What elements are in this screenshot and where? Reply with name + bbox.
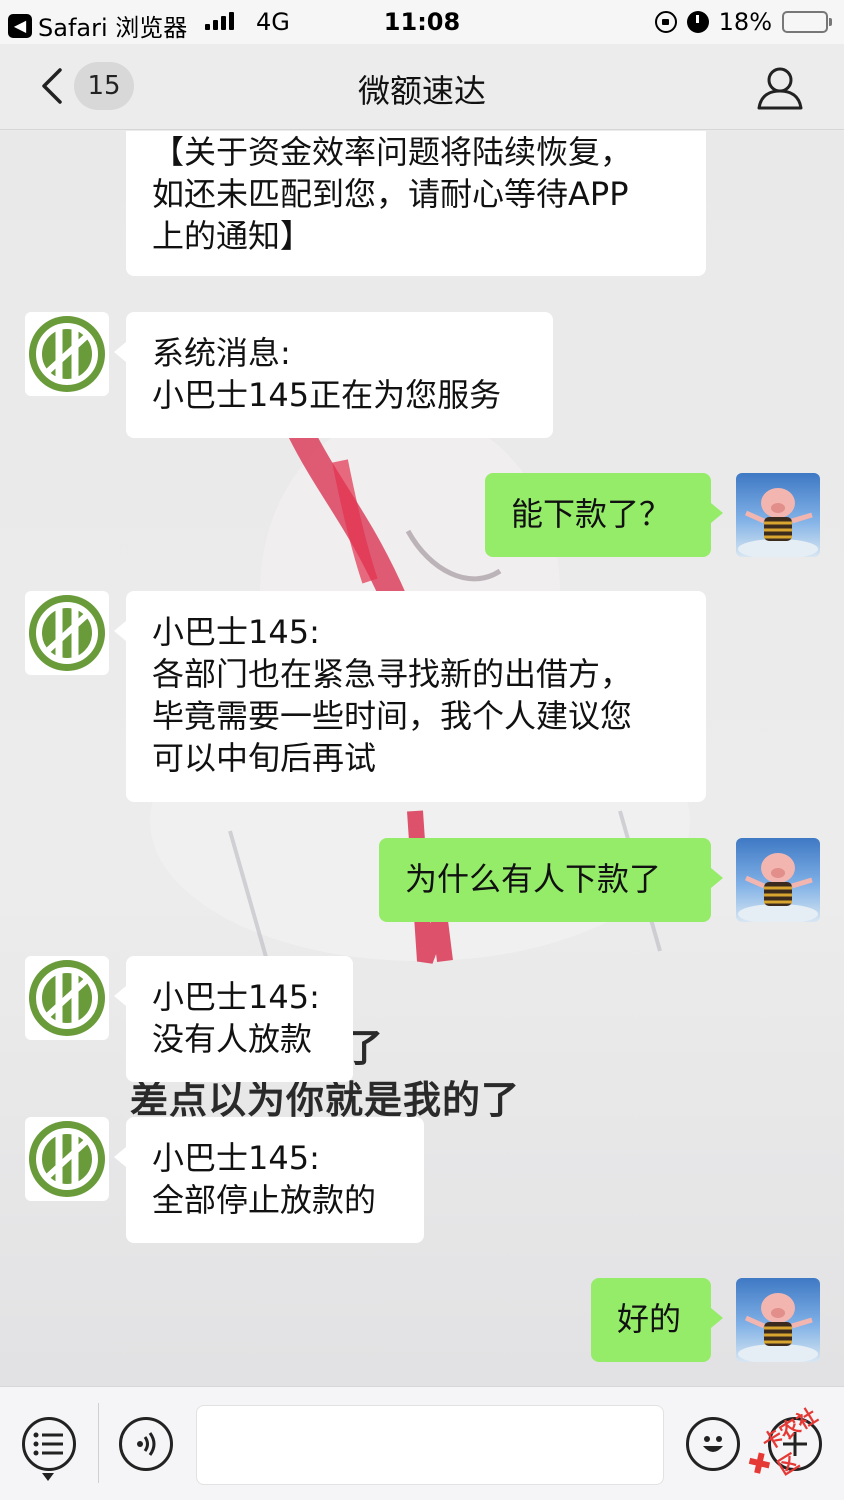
pig-avatar-icon: [738, 853, 818, 922]
message-line: 【关于资金效率问题将陆续恢复，: [152, 133, 633, 171]
battery-icon: [782, 11, 832, 33]
message-input[interactable]: [196, 1405, 664, 1485]
message-line: 小巴士145正在为您服务: [152, 376, 502, 414]
rotation-lock-icon: [654, 11, 677, 33]
page-title: 微额速达: [357, 72, 486, 110]
emoji-icon[interactable]: [686, 1417, 740, 1471]
message-line: 各部门也在紧急寻找新的出借方，: [152, 655, 633, 693]
message-line: 没有人放款: [152, 1020, 313, 1058]
user-avatar[interactable]: [736, 473, 820, 557]
message-line: 如还未匹配到您，请耐心等待APP: [152, 175, 629, 213]
message-bubble[interactable]: 好的: [591, 1278, 723, 1362]
user-avatar[interactable]: [736, 1278, 820, 1362]
divider: [98, 1403, 99, 1483]
message-bubble[interactable]: 【关于资金效率问题将陆续恢复， 如还未匹配到您，请耐心等待APP 上的通知】: [126, 131, 706, 276]
battery-percent: 18%: [718, 8, 772, 36]
message-bubble[interactable]: 小巴士145: 没有人放款: [114, 956, 353, 1082]
bot-avatar[interactable]: [25, 1117, 109, 1201]
message-bubble[interactable]: 能下款了？: [485, 473, 723, 557]
voice-icon[interactable]: [119, 1417, 173, 1471]
wallpaper-text-line: 差点以为你就是我的了: [130, 1078, 521, 1122]
message-line: 系统消息:: [152, 334, 291, 372]
chat-area[interactable]: 了 差点以为你就是我的了 【关于资金效率问题将陆续恢复， 如还未匹配到您，请耐心…: [0, 131, 844, 1386]
bot-avatar[interactable]: [25, 956, 109, 1040]
alarm-icon: [686, 11, 709, 33]
pig-avatar-icon: [738, 488, 818, 557]
message-bubble[interactable]: 小巴士145: 各部门也在紧急寻找新的出借方， 毕竟需要一些时间，我个人建议您 …: [114, 591, 706, 802]
bot-avatar[interactable]: [25, 312, 109, 396]
message-bubble[interactable]: 小巴士145: 全部停止放款的: [114, 1117, 424, 1243]
person-icon[interactable]: [756, 64, 804, 112]
message-line: 能下款了？: [511, 495, 672, 533]
message-line: 毕竟需要一些时间，我个人建议您: [152, 697, 633, 735]
input-bar: [0, 1386, 844, 1500]
chat-header: 15 微额速达: [0, 44, 844, 130]
pig-avatar-icon: [738, 1293, 818, 1362]
message-bubble[interactable]: 系统消息: 小巴士145正在为您服务: [114, 312, 553, 438]
bot-logo-icon: [29, 1121, 105, 1197]
message-line: 好的: [617, 1300, 682, 1338]
caret-down-icon: [42, 1473, 54, 1481]
message-line: 小巴士145:: [152, 978, 320, 1016]
message-line: 小巴士145:: [152, 1139, 320, 1177]
bot-logo-icon: [29, 595, 105, 671]
bot-logo-icon: [29, 316, 105, 392]
status-bar: ◀ Safari 浏览器 4G 11:08 18%: [0, 0, 844, 44]
message-line: 为什么有人下款了: [405, 860, 662, 898]
bot-logo-icon: [29, 960, 105, 1036]
message-line: 全部停止放款的: [152, 1181, 377, 1219]
list-menu-icon[interactable]: [22, 1417, 76, 1471]
bot-avatar[interactable]: [25, 591, 109, 675]
message-line: 可以中旬后再试: [152, 739, 377, 777]
message-line: 上的通知】: [152, 217, 313, 255]
user-avatar[interactable]: [736, 838, 820, 922]
message-line: 小巴士145:: [152, 613, 320, 651]
message-bubble[interactable]: 为什么有人下款了: [379, 838, 723, 922]
